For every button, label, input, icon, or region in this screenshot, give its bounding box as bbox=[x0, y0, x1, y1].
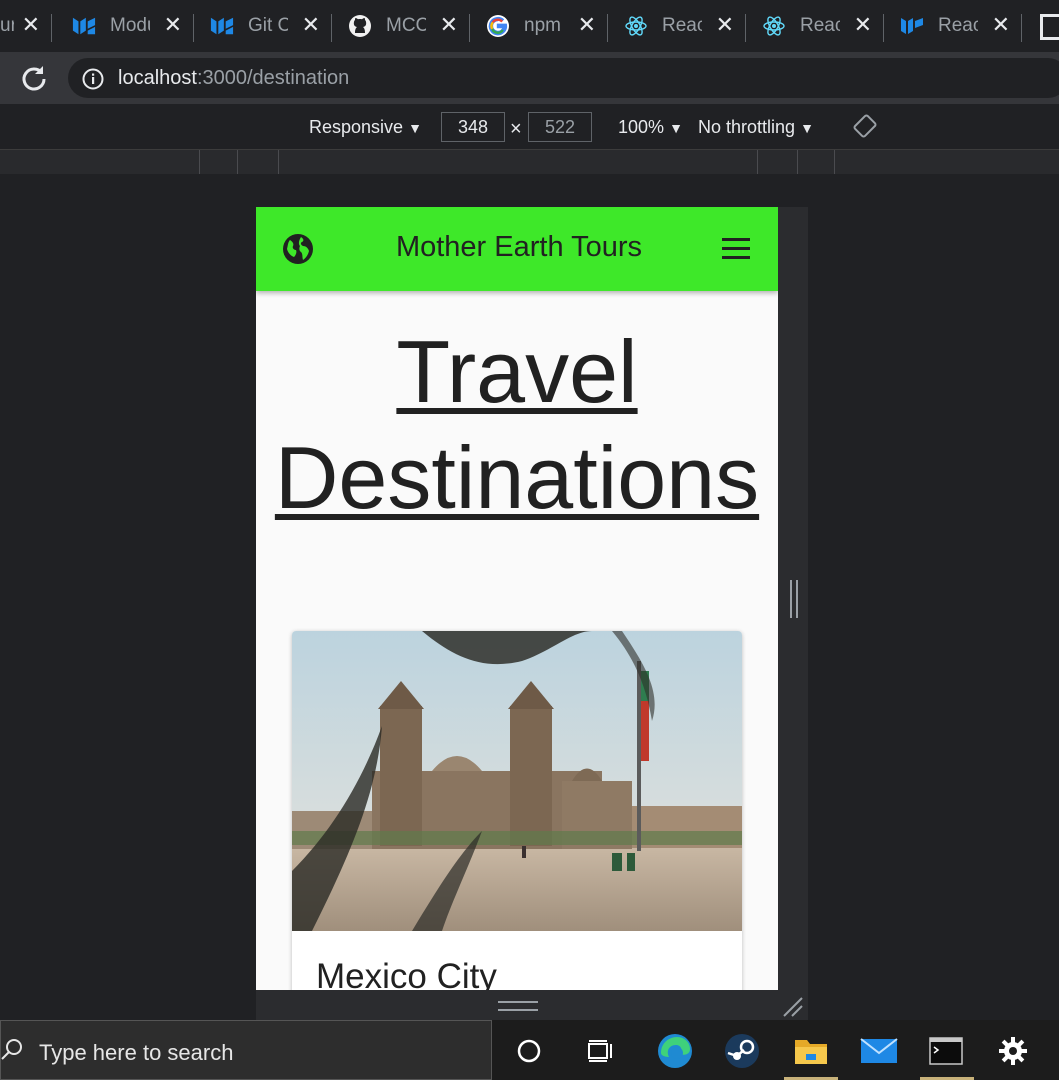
app-bar: Mother Earth Tours bbox=[256, 207, 778, 291]
taskbar-search-box[interactable]: Type here to search bbox=[0, 1020, 492, 1080]
browser-tab[interactable]: urs ✕ bbox=[0, 8, 52, 44]
search-icon bbox=[1, 1039, 22, 1060]
tab-title: npm bbox=[524, 15, 561, 36]
throttling-select[interactable]: No throttling ▼ bbox=[698, 117, 814, 138]
media-query-tick bbox=[237, 150, 238, 174]
react-icon bbox=[762, 14, 786, 38]
browser-tab[interactable]: React ✕ bbox=[750, 8, 884, 44]
app-title: Mother Earth Tours bbox=[395, 231, 643, 263]
tab-title: MCCI bbox=[386, 15, 426, 36]
device-viewport: Mother Earth Tours Travel Destinations M… bbox=[256, 207, 778, 990]
tab-title: urs bbox=[0, 15, 14, 36]
dropdown-arrow-icon: ▼ bbox=[669, 120, 683, 136]
task-view-icon[interactable] bbox=[582, 1032, 620, 1070]
throttling-label: No throttling bbox=[698, 117, 796, 137]
browser-tab[interactable]: npm ✕ bbox=[474, 8, 608, 44]
close-tab-icon[interactable]: ✕ bbox=[440, 14, 458, 38]
close-tab-icon[interactable]: ✕ bbox=[854, 14, 872, 38]
close-tab-icon[interactable]: ✕ bbox=[716, 14, 734, 38]
browser-tab[interactable]: Modu ✕ bbox=[60, 8, 194, 44]
url-host: localhost bbox=[118, 67, 197, 89]
tab-title: Git Cl bbox=[248, 15, 288, 36]
google-icon bbox=[486, 14, 510, 38]
mui-icon bbox=[900, 14, 924, 38]
mui-icon bbox=[72, 14, 96, 38]
tab-separator bbox=[469, 14, 470, 42]
url-path: :3000/destination bbox=[196, 67, 350, 89]
url-text: localhost:3000/destination bbox=[118, 67, 349, 90]
github-icon bbox=[348, 14, 372, 38]
destination-card[interactable]: Mexico City bbox=[292, 631, 742, 990]
windows-taskbar: Type here to search bbox=[0, 1020, 1059, 1080]
tab-separator bbox=[193, 14, 194, 42]
destination-title: Mexico City bbox=[316, 957, 497, 990]
zoom-select[interactable]: 100% ▼ bbox=[618, 117, 683, 138]
close-tab-icon[interactable]: ✕ bbox=[302, 14, 320, 38]
edge-icon[interactable] bbox=[656, 1032, 694, 1070]
mui-icon bbox=[210, 14, 234, 38]
address-bar[interactable]: localhost:3000/destination bbox=[68, 58, 1059, 98]
info-icon[interactable] bbox=[82, 68, 104, 90]
browser-tab-strip: urs ✕ Modu ✕ Git Cl ✕ MCCI ✕ npm ✕ bbox=[0, 0, 1059, 52]
device-select-label: Responsive bbox=[309, 117, 404, 137]
media-query-tick bbox=[834, 150, 835, 174]
browser-tab[interactable]: React ✕ bbox=[612, 8, 746, 44]
tab-separator bbox=[51, 14, 52, 42]
browser-tab[interactable]: MCCI ✕ bbox=[336, 8, 470, 44]
height-input[interactable] bbox=[528, 112, 592, 142]
page-heading-line: Destinations bbox=[274, 428, 760, 527]
tab-title: Modu bbox=[110, 15, 150, 36]
dropdown-arrow-icon: ▼ bbox=[800, 120, 814, 136]
close-tab-icon[interactable]: ✕ bbox=[992, 14, 1010, 38]
file-explorer-icon[interactable] bbox=[792, 1032, 830, 1070]
browser-tab[interactable]: React ✕ bbox=[888, 8, 1022, 44]
browser-tab[interactable]: Git Cl ✕ bbox=[198, 8, 332, 44]
media-query-tick bbox=[757, 150, 758, 174]
zoom-label: 100% bbox=[618, 117, 665, 137]
tab-title: React bbox=[800, 15, 840, 36]
settings-icon[interactable] bbox=[994, 1032, 1032, 1070]
tab-title: React bbox=[662, 15, 702, 36]
steam-icon[interactable] bbox=[723, 1032, 761, 1070]
page-heading-line: Travel bbox=[396, 322, 638, 421]
tab-separator bbox=[331, 14, 332, 42]
media-query-tick bbox=[278, 150, 279, 174]
media-query-tick bbox=[199, 150, 200, 174]
mail-icon[interactable] bbox=[860, 1032, 898, 1070]
dimension-times-label: × bbox=[510, 118, 522, 140]
dropdown-arrow-icon: ▼ bbox=[408, 120, 422, 136]
cortana-icon[interactable] bbox=[510, 1032, 548, 1070]
device-select[interactable]: Responsive ▼ bbox=[309, 117, 422, 138]
hamburger-menu-icon[interactable] bbox=[722, 238, 750, 260]
tab-separator bbox=[745, 14, 746, 42]
destination-image bbox=[292, 631, 742, 931]
media-query-tick bbox=[797, 150, 798, 174]
device-toolbar: Responsive ▼ × 100% ▼ No throttling ▼ bbox=[0, 104, 1059, 150]
close-tab-icon[interactable]: ✕ bbox=[22, 14, 40, 38]
resize-height-handle[interactable] bbox=[498, 1001, 538, 1011]
page-heading: Travel Destinations bbox=[256, 319, 778, 531]
tab-separator bbox=[1021, 14, 1022, 42]
resize-width-handle[interactable] bbox=[790, 580, 798, 618]
tab-separator bbox=[607, 14, 608, 42]
terminal-icon[interactable] bbox=[927, 1032, 965, 1070]
browser-toolbar: localhost:3000/destination bbox=[0, 52, 1059, 104]
tab-separator bbox=[883, 14, 884, 42]
reload-icon[interactable] bbox=[20, 64, 48, 92]
close-tab-icon[interactable]: ✕ bbox=[164, 14, 182, 38]
react-icon bbox=[624, 14, 648, 38]
width-input[interactable] bbox=[441, 112, 505, 142]
tab-title: React bbox=[938, 15, 978, 36]
new-tab-icon[interactable] bbox=[1040, 14, 1059, 40]
close-tab-icon[interactable]: ✕ bbox=[578, 14, 596, 38]
resize-corner-icon[interactable] bbox=[782, 996, 804, 1018]
media-query-bar[interactable] bbox=[0, 150, 1059, 174]
search-placeholder: Type here to search bbox=[39, 1040, 234, 1065]
rotate-icon[interactable] bbox=[853, 114, 877, 138]
